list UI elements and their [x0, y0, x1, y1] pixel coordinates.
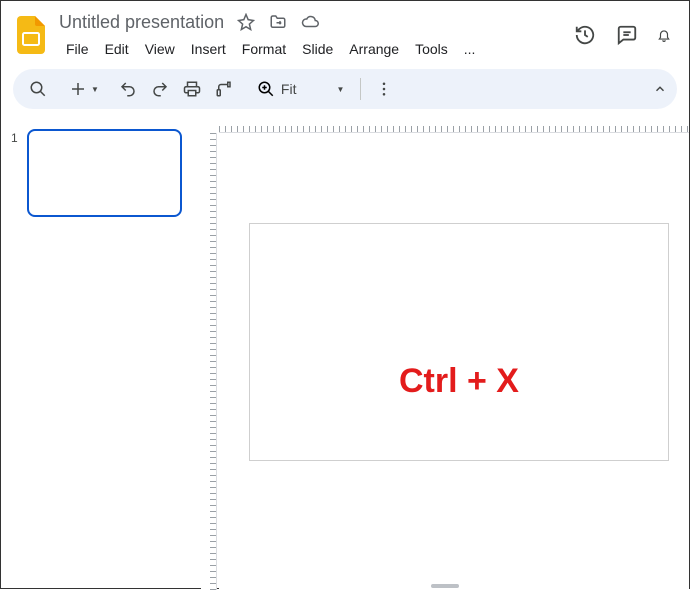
search-menus-button[interactable] [23, 74, 53, 104]
slide-thumbnail-row: 1 [11, 129, 191, 217]
toolbar-more-button[interactable] [369, 74, 399, 104]
menu-file[interactable]: File [59, 37, 96, 61]
menu-insert[interactable]: Insert [184, 37, 233, 61]
move-folder-icon[interactable] [268, 12, 288, 32]
document-title[interactable]: Untitled presentation [59, 12, 224, 33]
comment-icon[interactable] [615, 23, 639, 47]
undo-button[interactable] [113, 74, 143, 104]
collapse-toolbar-button[interactable] [639, 82, 667, 96]
new-slide-button[interactable] [63, 74, 93, 104]
menu-tools[interactable]: Tools [408, 37, 455, 61]
history-icon[interactable] [573, 23, 597, 47]
speaker-notes-resize-handle[interactable] [431, 584, 459, 588]
slide-number: 1 [11, 129, 21, 217]
menu-format[interactable]: Format [235, 37, 293, 61]
header: Untitled presentation File Edit View Ins… [1, 1, 689, 61]
header-right [573, 23, 677, 47]
title-row: Untitled presentation [59, 9, 573, 35]
content-area: 1 Ctrl + X [1, 117, 689, 590]
print-button[interactable] [177, 74, 207, 104]
toolbar-separator [360, 78, 361, 100]
menu-more[interactable]: ... [457, 37, 483, 61]
vertical-ruler[interactable] [201, 133, 217, 590]
star-icon[interactable] [236, 12, 256, 32]
menu-slide[interactable]: Slide [295, 37, 340, 61]
slide-canvas[interactable]: Ctrl + X [249, 223, 669, 461]
redo-button[interactable] [145, 74, 175, 104]
slide-thumbnail[interactable] [27, 129, 182, 217]
title-area: Untitled presentation File Edit View Ins… [59, 9, 573, 61]
menu-edit[interactable]: Edit [98, 37, 136, 61]
cloud-status-icon[interactable] [300, 12, 320, 32]
toolbar-container: ▼ Fit ▼ [1, 61, 689, 117]
paint-format-button[interactable] [209, 74, 239, 104]
zoom-dropdown[interactable]: Fit ▼ [249, 80, 352, 98]
menu-arrange[interactable]: Arrange [342, 37, 406, 61]
slide-stage[interactable]: Ctrl + X [219, 133, 689, 590]
zoom-label: Fit [281, 81, 297, 97]
zoom-icon [257, 80, 275, 98]
toolbar: ▼ Fit ▼ [13, 69, 677, 109]
filmstrip[interactable]: 1 [1, 117, 201, 590]
notification-icon[interactable] [657, 23, 671, 47]
menubar: File Edit View Insert Format Slide Arran… [59, 37, 573, 61]
slides-logo[interactable] [13, 11, 49, 59]
horizontal-ruler[interactable] [219, 117, 689, 133]
chevron-down-icon: ▼ [336, 85, 344, 94]
menu-view[interactable]: View [138, 37, 182, 61]
canvas-area: Ctrl + X [201, 117, 689, 590]
new-slide-dropdown[interactable]: ▼ [91, 85, 99, 94]
annotation-text: Ctrl + X [250, 362, 668, 401]
